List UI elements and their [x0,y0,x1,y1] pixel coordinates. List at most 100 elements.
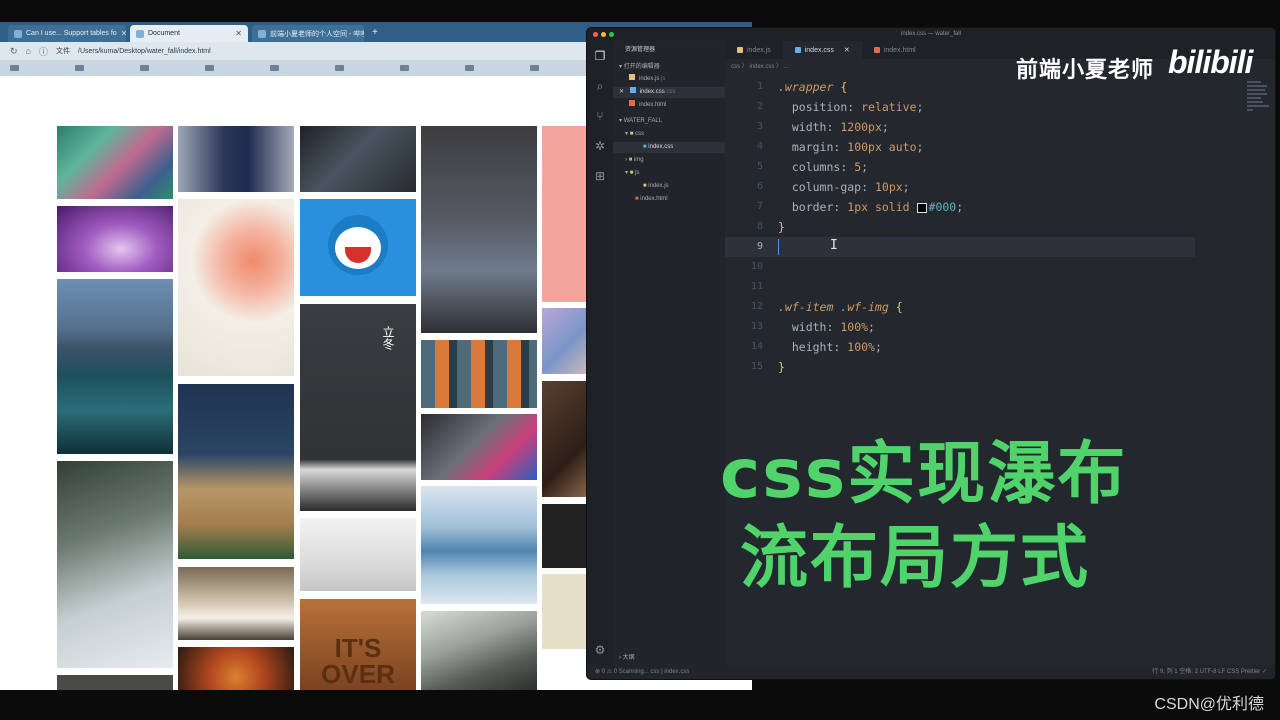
breadcrumb[interactable]: css 〉 index.css 〉 ... [731,61,789,70]
open-editors-header[interactable]: ▾ 打开的编辑器 [619,62,660,73]
debug-icon[interactable]: ✲ [593,139,607,153]
tree-folder-js[interactable]: ▾ ■ js [625,168,639,179]
code-line[interactable]: 15} [725,357,1235,377]
code-line[interactable]: 2 position: relative; [725,97,1235,117]
code-line[interactable]: 13 width: 100%; [725,317,1235,337]
bookmark-folder-icon[interactable] [400,65,409,71]
close-icon[interactable]: ✕ [619,89,624,95]
editor-tab-index-js[interactable]: index.js [725,41,783,59]
code-line[interactable]: 12 .wf-item .wf-img { [725,297,1235,317]
waterfall-image-bedroom [178,567,294,640]
html-file-icon: ■ [635,196,639,202]
waterfall-image-cartoon [421,126,537,333]
minimize-window-button[interactable] [601,32,606,37]
new-tab-button[interactable]: + [372,27,378,38]
settings-gear-icon[interactable]: ⚙ [593,643,607,657]
waterfall-image-purple [57,206,173,272]
bookmark-folder-icon[interactable] [465,65,474,71]
outline-header[interactable]: › 大纲 [619,653,635,664]
source-control-icon[interactable]: ⑂ [593,109,607,123]
browser-tab-document[interactable]: Document ✕ [130,25,248,42]
explorer-icon[interactable]: ❐ [593,49,607,63]
bookmark-folder-icon[interactable] [10,65,19,71]
close-icon[interactable]: ✕ [121,29,126,38]
waterfall-image-dark-scene [300,126,416,192]
channel-name: 前端小夏老师 [1016,57,1155,82]
waterfall-image-doraemon [300,199,416,296]
js-file-icon [737,47,743,53]
html-file-icon [629,100,635,106]
csdn-watermark: CSDN@优利德 [1154,696,1264,713]
waterfall-image-stripes [421,340,537,408]
editor-tab-index-css[interactable]: index.css ✕ [782,41,862,59]
editor-tab-index-html[interactable]: index.html [862,41,928,59]
code-line-active[interactable]: 9 [725,237,1195,257]
reload-icon[interactable]: ↻ [10,46,18,57]
code-line[interactable]: 11 [725,277,1235,297]
bookmark-folder-icon[interactable] [270,65,279,71]
browser-tab-bilibili[interactable]: 前端小夏老师的个人空间 - 哔哩 ✕ [252,25,364,42]
waterfall-image-venice [57,279,173,454]
close-window-button[interactable] [593,32,598,37]
open-editor-index-html[interactable]: index.html [629,100,666,111]
waterfall-image-lidong: 立冬 [300,304,416,511]
search-icon[interactable]: ⌕ [593,79,607,93]
editor-title-bar: index.css — water_fall [587,28,1275,41]
activity-bar: ❐ ⌕ ⑂ ✲ ⊞ ⚙ [587,41,613,679]
browser-tab-caniuse[interactable]: Can I use... Support tables fo ✕ [8,25,126,42]
address-url[interactable]: /Users/kuma/Desktop/water_fall/index.htm… [78,48,211,55]
mouse-ibeam-cursor-icon: I [830,238,838,253]
close-icon[interactable]: ✕ [844,46,850,54]
bookmark-folder-icon[interactable] [140,65,149,71]
code-line[interactable]: 4 margin: 100px auto; [725,137,1235,157]
home-icon[interactable]: ⌂ [26,46,31,56]
waterfall-image-snowpeaks [421,611,537,690]
waterfall-image-sky [421,486,537,604]
status-left[interactable]: ⊗ 0 ⚠ 0 Scanning... css | index.css [595,665,689,679]
tree-file-index-js[interactable]: ■ index.js [643,181,669,192]
wood-text: IT'S OVER [321,633,395,689]
waterfall-image-laptop [421,414,537,480]
open-editor-index-js[interactable]: index.js js [629,74,725,85]
favicon-icon [14,29,22,38]
code-line[interactable]: 5 columns: 5; [725,157,1235,177]
minimap[interactable] [1247,81,1271,131]
bookmark-folder-icon[interactable] [335,65,344,71]
tree-folder-css[interactable]: ▾ ■ css [625,129,644,140]
text-caret [778,239,779,255]
code-line[interactable]: 3 width: 1200px; [725,117,1235,137]
favicon-icon [136,29,144,38]
color-swatch-icon[interactable] [916,202,927,213]
bookmark-folder-icon[interactable] [75,65,84,71]
bookmark-folder-icon[interactable] [205,65,214,71]
waterfall-image-wood: IT'S OVER [300,599,416,690]
project-header[interactable]: ▾ WATER_FALL [619,116,662,127]
extensions-icon[interactable]: ⊞ [593,169,607,183]
css-file-icon: ■ [643,144,647,150]
explorer-title: 资源管理器 [625,47,656,53]
bookmark-folder-icon[interactable] [530,65,539,71]
code-line[interactable]: 14 height: 100%; [725,337,1235,357]
js-file-icon [629,74,635,80]
zoom-window-button[interactable] [609,32,614,37]
code-line[interactable]: 10 [725,257,1235,277]
code-line[interactable]: 6 column-gap: 10px; [725,177,1235,197]
open-editor-index-css[interactable]: ✕ index.css css [613,87,725,98]
tree-file-index-html[interactable]: ■ index.html [635,194,668,205]
close-icon[interactable]: ✕ [235,29,242,38]
waterfall-image-leaves [57,126,173,199]
code-line[interactable]: 1 .wrapper { [725,77,1235,97]
code-line[interactable]: 7 border: 1px solid #000; [725,197,1235,217]
address-scheme-label: 文件 [56,48,70,55]
waterfall-image-windchime [57,461,173,668]
css-file-icon [629,87,636,93]
explorer-sidebar: 资源管理器 ▾ 打开的编辑器 index.js js ✕ index.css c… [613,41,725,665]
html-file-icon [873,47,880,53]
video-headline-line2: 流布局方式 [740,519,1091,598]
status-right[interactable]: 行 9, 列 1 空格: 2 UTF-8 LF CSS Prettier ✓ [1152,665,1267,679]
tree-file-index-css[interactable]: ■ index.css [613,142,725,153]
code-line[interactable]: 8} [725,217,1235,237]
waterfall-image-mountains [178,384,294,559]
tree-folder-img[interactable]: › ■ img [625,155,644,166]
favicon-icon [258,29,266,38]
